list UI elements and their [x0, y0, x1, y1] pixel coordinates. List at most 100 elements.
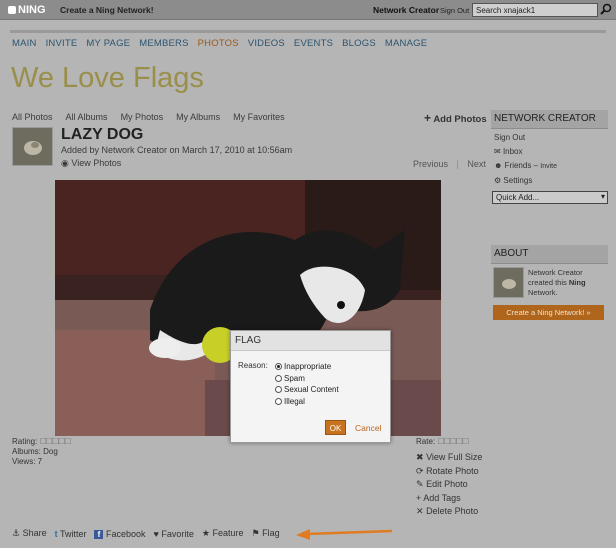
dialog-title: FLAG	[231, 331, 390, 351]
rotate-icon: ⟳	[416, 465, 424, 476]
sidebar-invite-link[interactable]: Invite	[540, 163, 557, 170]
radio-selected-icon[interactable]	[275, 363, 282, 370]
main-nav: MAIN INVITE MY PAGE MEMBERS PHOTOS VIDEO…	[12, 38, 427, 49]
chevron-down-icon: ▾	[600, 192, 605, 201]
binoculars-icon: ◉	[61, 158, 69, 168]
delete-icon: ✕	[416, 506, 424, 517]
pointer-arrow-icon	[296, 527, 394, 543]
ning-logo[interactable]: NING	[8, 4, 46, 16]
expand-icon: ✖	[416, 452, 424, 462]
photo-actions: ✖ View Full Size ⟳ Rotate Photo ✎ Edit P…	[416, 451, 482, 519]
flag-dialog: FLAG Reason: Inappropriate Spam Sexual C…	[230, 330, 391, 443]
previous-link[interactable]: Previous	[413, 159, 448, 169]
option-inappropriate[interactable]: Inappropriate	[275, 361, 339, 373]
views-count: 7	[37, 457, 43, 466]
photo-tabs: All Photos All Albums My Photos My Album…	[12, 112, 285, 122]
radio-icon[interactable]	[275, 386, 282, 393]
edit-photo-link[interactable]: ✎ Edit Photo	[416, 478, 482, 492]
nav-invite[interactable]: INVITE	[46, 38, 78, 49]
facebook-icon: f	[94, 529, 104, 539]
nav-videos[interactable]: VIDEOS	[248, 38, 285, 49]
about-text: Network Creator created this Ning Networ…	[528, 268, 586, 297]
pager-separator: |	[456, 159, 459, 169]
pencil-icon: ✎	[416, 479, 424, 490]
network-creator-link[interactable]: Network Creator	[373, 5, 439, 15]
nav-my-page[interactable]: MY PAGE	[86, 38, 130, 49]
star-icon: ★	[201, 528, 210, 538]
nav-blogs[interactable]: BLOGS	[342, 38, 376, 49]
delete-photo-link[interactable]: ✕ Delete Photo	[416, 505, 482, 519]
about-heading: ABOUT	[491, 245, 608, 264]
sidebar: NETWORK CREATOR Sign Out ✉ Inbox ☻ Frien…	[491, 110, 608, 188]
rate-stars[interactable]: ☐☐☐☐☐	[437, 437, 469, 446]
tab-my-favorites[interactable]: My Favorites	[233, 112, 285, 122]
create-network-link[interactable]: Create a Ning Network!	[60, 5, 154, 15]
author-avatar[interactable]	[12, 127, 53, 166]
envelope-icon: ✉	[494, 147, 501, 156]
create-network-button[interactable]: Create a Ning Network! »	[493, 305, 604, 320]
nav-manage[interactable]: MANAGE	[385, 38, 427, 49]
tab-all-albums[interactable]: All Albums	[66, 112, 108, 122]
sidebar-settings[interactable]: ⚙ Settings	[491, 174, 608, 188]
heart-icon: ♥	[153, 528, 159, 539]
nav-events[interactable]: EVENTS	[294, 38, 333, 49]
rotate-photo-link[interactable]: ⟳ Rotate Photo	[416, 465, 482, 479]
sidebar-sign-out[interactable]: Sign Out	[491, 131, 608, 145]
reason-label: Reason:	[238, 361, 268, 370]
rate-widget: Rate: ☐☐☐☐☐	[416, 437, 469, 446]
ok-button[interactable]: OK	[325, 420, 346, 435]
photo-byline: Added by Network Creator on March 17, 20…	[61, 145, 293, 155]
next-link[interactable]: Next	[467, 159, 486, 169]
site-title: We Love Flags	[11, 62, 204, 94]
add-tags-link[interactable]: + Add Tags	[416, 492, 482, 506]
quick-add-select[interactable]: Quick Add... ▾	[492, 191, 608, 204]
tab-my-photos[interactable]: My Photos	[121, 112, 164, 122]
facebook-link[interactable]: f Facebook	[94, 529, 146, 539]
about-avatar[interactable]	[493, 267, 524, 298]
rate-label: Rate:	[416, 437, 436, 446]
feature-link[interactable]: ★ Feature	[202, 528, 244, 539]
views-label: Views:	[12, 457, 36, 466]
ning-logo-icon	[8, 6, 16, 14]
tab-my-albums[interactable]: My Albums	[176, 112, 220, 122]
twitter-icon: t	[54, 528, 58, 539]
sidebar-friends[interactable]: ☻ Friends – Invite	[491, 159, 608, 174]
view-full-size-link[interactable]: ✖ View Full Size	[416, 451, 482, 465]
twitter-link[interactable]: t Twitter	[55, 529, 87, 539]
nav-main[interactable]: MAIN	[12, 38, 37, 49]
option-spam[interactable]: Spam	[275, 373, 339, 385]
share-link[interactable]: ⚓ Share	[12, 528, 47, 539]
albums-label: Albums:	[12, 447, 41, 456]
album-link[interactable]: Dog	[43, 447, 58, 456]
option-sexual-content[interactable]: Sexual Content	[275, 384, 339, 396]
rating-label: Rating:	[12, 437, 38, 446]
plus-icon: +	[424, 111, 432, 125]
flag-link[interactable]: ⚑ Flag	[252, 528, 280, 539]
view-photos-link[interactable]: ◉ View Photos	[61, 158, 121, 169]
plus-icon: +	[416, 492, 422, 503]
search-input[interactable]	[472, 3, 598, 17]
radio-icon[interactable]	[275, 374, 282, 382]
nav-members[interactable]: MEMBERS	[139, 38, 188, 49]
photo-meta: Rating: ☐☐☐☐☐ Albums: Dog Views: 7	[12, 437, 72, 467]
option-illegal[interactable]: Illegal	[275, 396, 339, 408]
flag-icon: ⚑	[251, 528, 260, 538]
radio-icon[interactable]	[275, 397, 282, 405]
share-icon: ⚓	[12, 528, 21, 538]
photo-title: LAZY DOG	[61, 126, 144, 143]
about-creator-link[interactable]: Network Creator	[528, 268, 583, 277]
reason-options: Inappropriate Spam Sexual Content Illega…	[275, 361, 339, 407]
search-icon[interactable]	[600, 3, 614, 17]
tab-all-photos[interactable]: All Photos	[12, 112, 53, 122]
sidebar-inbox[interactable]: ✉ Inbox	[491, 145, 608, 159]
header-divider	[10, 30, 606, 33]
add-photos-button[interactable]: + Add Photos	[424, 111, 487, 125]
nav-photos[interactable]: PHOTOS	[198, 38, 239, 49]
sign-out-link[interactable]: Sign Out	[440, 6, 469, 15]
favorite-link[interactable]: ♥ Favorite	[154, 529, 194, 539]
sidebar-heading: NETWORK CREATOR	[491, 110, 608, 129]
cancel-button[interactable]: Cancel	[355, 423, 381, 433]
friends-icon: ☻	[494, 161, 503, 170]
rating-stars: ☐☐☐☐☐	[39, 437, 72, 446]
gear-icon: ⚙	[494, 176, 502, 185]
